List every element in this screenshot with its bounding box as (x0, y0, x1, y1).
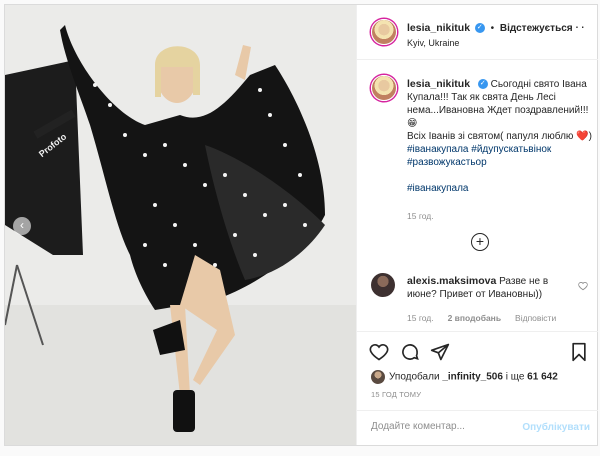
likes-prefix: Уподобали (389, 371, 440, 383)
likes-summary: Уподобали _infinity_506 і ще 61 642 (371, 370, 558, 384)
photo-illustration: Profoto (5, 5, 356, 445)
hashtag-link[interactable]: #іванакупала (407, 182, 593, 195)
caption-avatar[interactable] (371, 75, 397, 101)
post-card: Profoto ‹ lesia_nikituk ✓ • Відстежуєтьс… (4, 4, 598, 446)
actions-section: Уподобали _infinity_506 і ще 61 642 15 Г… (357, 331, 598, 445)
hashtag-link[interactable]: #развожукастьор (407, 156, 593, 169)
more-icon[interactable]: ··· (569, 19, 586, 33)
follow-button[interactable]: Відстежується (500, 23, 573, 34)
carousel-left-icon[interactable]: ‹ (13, 217, 31, 235)
comment-time[interactable]: 15 год. (407, 313, 434, 323)
avatar[interactable] (371, 19, 397, 45)
grin-emoji-icon: 😁 (407, 118, 418, 129)
caption-line-2: Всіх Іванів зі святом( папуля люблю (407, 131, 574, 142)
comment-text: alexis.maksimova Разве не в июне? Привет… (407, 275, 577, 301)
heart-icon[interactable] (369, 342, 389, 362)
caption-username[interactable]: lesia_nikituk (407, 78, 470, 90)
comment-icon[interactable] (400, 342, 420, 362)
post-photo[interactable]: Profoto ‹ (5, 5, 356, 445)
post-side-panel: lesia_nikituk ✓ • Відстежується Kyiv, Uk… (356, 5, 598, 445)
heart-icon[interactable] (578, 281, 588, 291)
comment-username[interactable]: alexis.maksimova (407, 275, 496, 287)
plus-circle-icon[interactable]: + (471, 233, 489, 251)
add-comment-bar: Опублікувати (357, 410, 598, 446)
likes-user[interactable]: _infinity_506 (442, 372, 503, 383)
header-username[interactable]: lesia_nikituk (407, 22, 470, 34)
caption-text: lesia_nikituk ✓ Сьогодні свято Івана Куп… (407, 78, 593, 195)
caption-line-2-close: ) (588, 131, 592, 142)
post-header: lesia_nikituk ✓ • Відстежується Kyiv, Uk… (357, 5, 598, 60)
share-icon[interactable] (430, 342, 450, 362)
comment-likes[interactable]: 2 вподобань (448, 313, 501, 323)
avatar[interactable] (371, 370, 385, 384)
avatar[interactable] (371, 273, 395, 297)
header-user: lesia_nikituk ✓ • Відстежується (407, 22, 573, 34)
publish-button[interactable]: Опублікувати (522, 422, 590, 433)
caption-time[interactable]: 15 год. (407, 211, 434, 221)
verified-icon: ✓ (477, 79, 488, 90)
comment-input[interactable] (371, 421, 511, 432)
location-link[interactable]: Kyiv, Ukraine (407, 38, 459, 48)
heart-emoji-icon: ❤️ (576, 131, 589, 142)
hashtag-link[interactable]: #йдупускатьвінок (471, 144, 551, 155)
likes-count[interactable]: 61 642 (527, 372, 558, 383)
likes-suffix: і ще (505, 371, 525, 383)
hashtag-link[interactable]: #іванакупала (407, 144, 469, 155)
action-icons (369, 342, 589, 364)
verified-icon: ✓ (474, 23, 485, 34)
reply-button[interactable]: Відповісти (515, 313, 556, 323)
bookmark-icon[interactable] (569, 342, 589, 362)
separator-dot: • (490, 23, 495, 34)
post-time[interactable]: 15 ГОД ТОМУ (371, 390, 421, 399)
comment-meta: 15 год. 2 вподобань Відповісти (407, 313, 570, 323)
